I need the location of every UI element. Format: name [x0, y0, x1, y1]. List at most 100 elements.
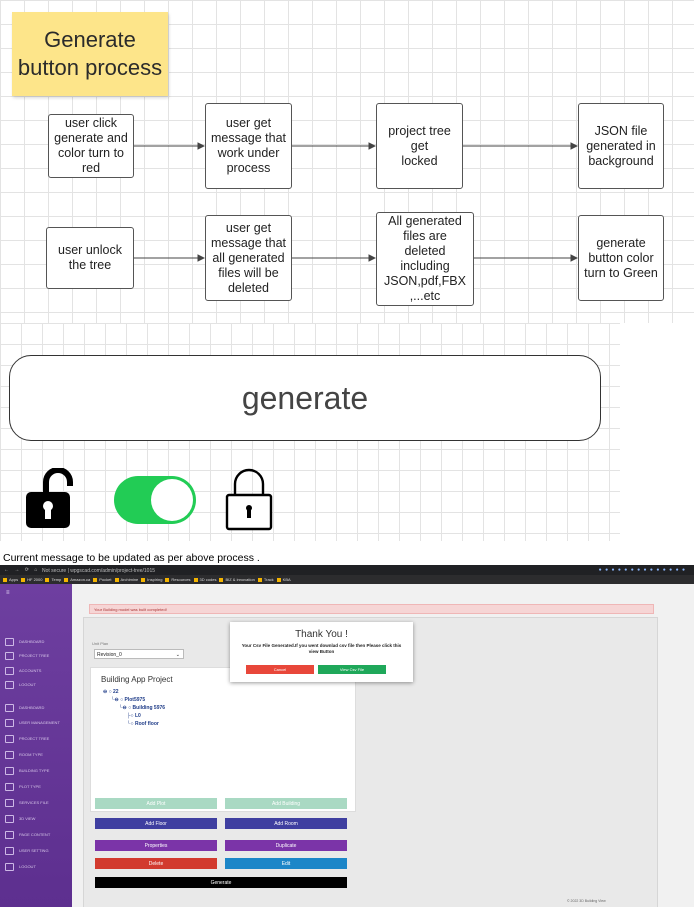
- footer-copyright: © 2022 3D Building View: [567, 899, 606, 903]
- folder-icon: [141, 577, 146, 582]
- sidebar-item[interactable]: LOGOUT: [5, 861, 71, 873]
- menu-item-icon: [5, 735, 14, 743]
- menu-toggle-icon[interactable]: ≡: [6, 590, 10, 596]
- menu-item-icon: [5, 681, 14, 689]
- menu-item-icon: [5, 767, 14, 775]
- menu-item-icon: [5, 783, 14, 791]
- folder-icon: [114, 577, 119, 582]
- sidebar-item[interactable]: ROOM TYPE: [5, 749, 71, 761]
- folder-icon: [257, 577, 262, 582]
- sidebar-item[interactable]: 3D VIEW: [5, 813, 71, 825]
- folder-icon: [165, 577, 170, 582]
- menu-item-icon: [5, 652, 14, 660]
- main-content: Your Building model was built completed!…: [72, 584, 694, 907]
- add-plot-button[interactable]: Add Plot: [95, 798, 217, 809]
- bookmark-item[interactable]: Resources: [165, 575, 191, 584]
- sidebar-item[interactable]: PROJECT TREE: [5, 733, 71, 745]
- edit-button[interactable]: Edit: [225, 858, 347, 869]
- step-node-7: All generated files are deleted includin…: [376, 212, 474, 306]
- project-tree: Building App Project ⊖ ○ 22 └⊖ ○ Plot597…: [90, 667, 356, 812]
- menu-item-icon: [5, 799, 14, 807]
- thank-you-modal: Thank You ! Your Csv File Generated.If y…: [230, 622, 413, 682]
- sidebar-item[interactable]: BUILDING TYPE: [5, 765, 71, 777]
- step-node-1: user click generate and color turn to re…: [48, 114, 134, 178]
- menu-item-icon: [5, 638, 14, 646]
- generate-button-mock[interactable]: generate: [9, 355, 601, 441]
- select-label: Unit Plan: [92, 641, 109, 646]
- caption-text: Current message to be updated as per abo…: [3, 552, 260, 564]
- bookmark-item[interactable]: KBA: [276, 575, 291, 584]
- sidebar-item[interactable]: ACCOUNTS: [5, 665, 71, 677]
- admin-screenshot: ← → ⟳ ⌂ Not secure | wpgscad.com/admin/p…: [0, 565, 694, 907]
- menu-item-icon: [5, 667, 14, 675]
- extension-icons[interactable]: ● ● ● ● ● ● ● ● ● ● ● ● ● ●: [599, 567, 686, 573]
- tree-node-roof[interactable]: └○ Roof floor: [127, 721, 159, 727]
- step-node-6: user get message that all generated file…: [205, 215, 292, 301]
- address-bar[interactable]: Not secure | wpgscad.com/admin/project-t…: [42, 568, 155, 574]
- delete-button[interactable]: Delete: [95, 858, 217, 869]
- bookmark-item[interactable]: Temp: [45, 575, 61, 584]
- menu-item-icon: [5, 863, 14, 871]
- sidebar-item[interactable]: DASHBOARD: [5, 702, 71, 714]
- folder-icon: [21, 577, 26, 582]
- bookmark-item[interactable]: HF 2000: [21, 575, 42, 584]
- folder-icon: [219, 577, 224, 582]
- sidebar-item[interactable]: PAGE CONTENT: [5, 829, 71, 841]
- folder-icon: [64, 577, 69, 582]
- step-node-3: project tree get locked: [376, 103, 463, 189]
- step-node-4: JSON file generated in background: [578, 103, 664, 189]
- folder-icon: [45, 577, 50, 582]
- tree-node-building[interactable]: └⊖ ○ Building 5976: [119, 705, 165, 711]
- cancel-button[interactable]: Cancel: [246, 665, 314, 674]
- modal-title: Thank You !: [295, 629, 348, 640]
- bookmark-item[interactable]: BIZ & innovation: [219, 575, 255, 584]
- bookmark-item[interactable]: 3D codes: [193, 575, 216, 584]
- sidebar-item[interactable]: LOGOUT: [5, 679, 71, 691]
- menu-item-icon: [5, 815, 14, 823]
- flow-diagram: Generate button process user click gener…: [0, 0, 694, 323]
- duplicate-button[interactable]: Duplicate: [225, 840, 347, 851]
- chevron-down-icon: ⌄: [175, 652, 180, 658]
- menu-item-icon: [5, 831, 14, 839]
- status-banner: Your Building model was built completed!: [89, 604, 654, 614]
- admin-sidebar: ≡ DASHBOARD PROJECT TREE ACCOUNTS LOGOUT DAS…: [0, 584, 72, 907]
- bookmark-item[interactable]: Track: [257, 575, 274, 584]
- tree-node-plot[interactable]: └⊖ ○ Plot5975: [111, 697, 145, 703]
- bookmark-item[interactable]: Archimine: [114, 575, 138, 584]
- view-csv-button[interactable]: View Csv File: [318, 665, 386, 674]
- bookmark-item[interactable]: Apps: [3, 575, 18, 584]
- nav-arrows-icon[interactable]: ← → ⟳ ⌂: [4, 567, 39, 573]
- bookmark-item[interactable]: Amazon.ca: [64, 575, 90, 584]
- folder-icon: [193, 577, 198, 582]
- browser-toolbar: ← → ⟳ ⌂ Not secure | wpgscad.com/admin/p…: [0, 565, 694, 575]
- sidebar-item[interactable]: USER SETTING: [5, 845, 71, 857]
- revision-select[interactable]: Revision_0 ⌄: [94, 649, 184, 659]
- toggle-on-icon: [114, 476, 196, 524]
- tree-node-root[interactable]: ⊖ ○ 22: [103, 689, 119, 695]
- sidebar-item[interactable]: PLOT TYPE: [5, 781, 71, 793]
- properties-button[interactable]: Properties: [95, 840, 217, 851]
- locked-padlock-icon: [225, 468, 273, 531]
- step-node-8: generate button color turn to Green: [578, 215, 664, 301]
- add-building-button[interactable]: Add Building: [225, 798, 347, 809]
- unlocked-padlock-icon: [26, 468, 73, 528]
- generate-button[interactable]: Generate: [95, 877, 347, 888]
- sidebar-item[interactable]: USER MANAGEMENT: [5, 717, 71, 729]
- step-node-5: user unlock the tree: [46, 227, 134, 289]
- tree-node-level[interactable]: ├○ L0: [127, 713, 141, 719]
- bookmark-item[interactable]: Pocket: [93, 575, 112, 584]
- add-floor-button[interactable]: Add Floor: [95, 818, 217, 829]
- sidebar-item[interactable]: PROJECT TREE: [5, 650, 71, 662]
- sidebar-item[interactable]: SERVICES FILE: [5, 797, 71, 809]
- folder-icon: [93, 577, 98, 582]
- tree-title: Building App Project: [101, 675, 173, 684]
- modal-message: Your Csv File Generated.If you went down…: [241, 643, 402, 654]
- folder-icon: [276, 577, 281, 582]
- menu-item-icon: [5, 751, 14, 759]
- sidebar-item[interactable]: DASHBOARD: [5, 636, 71, 648]
- ui-mock-section: generate: [0, 323, 694, 541]
- bookmark-item[interactable]: Inspiring: [141, 575, 162, 584]
- bookmarks-bar: Apps HF 2000 Temp Amazon.ca Pocket Archimine I…: [0, 575, 694, 584]
- add-room-button[interactable]: Add Room: [225, 818, 347, 829]
- menu-item-icon: [5, 719, 14, 727]
